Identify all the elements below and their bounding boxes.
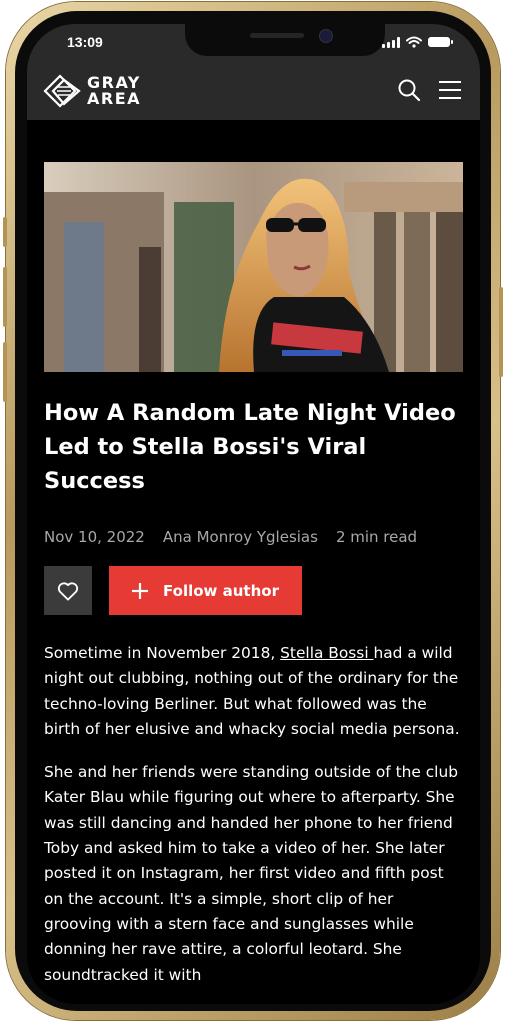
status-time: 13:09 [67, 34, 103, 50]
article-date: Nov 10, 2022 [44, 528, 145, 546]
battery-icon [428, 37, 453, 47]
paragraph-text: Sometime in November 2018, [44, 644, 281, 662]
status-icons [382, 36, 453, 48]
article-read-time: 2 min read [335, 528, 418, 546]
hero-image [44, 162, 463, 372]
logo-line2: AREA [87, 89, 142, 108]
signal-icon [382, 36, 400, 48]
site-logo[interactable]: GRAY AREA [43, 74, 159, 108]
article-meta: Nov 10, 2022 Ana Monroy Yglesias 2 min r… [44, 528, 463, 546]
article: How A Random Late Night Video Led to Ste… [44, 162, 463, 988]
front-camera [319, 29, 333, 43]
stella-bossi-link[interactable]: Stella Bossi [280, 644, 373, 662]
like-button[interactable] [44, 566, 92, 615]
article-paragraph: She and her friends were standing outsid… [44, 763, 458, 984]
volume-down-button [3, 342, 7, 402]
plus-icon [132, 582, 148, 599]
logo-diamond-icon [43, 74, 81, 108]
menu-icon[interactable] [438, 80, 462, 100]
status-bar: 13:09 [27, 24, 480, 60]
heart-icon [57, 581, 79, 601]
article-actions: Follow author [44, 566, 463, 615]
screen: 13:09 GRAY AREA How A Random Late Night … [27, 24, 480, 1004]
mute-switch [3, 217, 7, 247]
article-title: How A Random Late Night Video Led to Ste… [44, 400, 456, 494]
power-button [499, 287, 503, 377]
notch [185, 24, 385, 56]
article-paragraph: Sometime in November 2018, Stella Bossi … [44, 641, 463, 742]
search-icon[interactable] [397, 78, 421, 102]
site-header: GRAY AREA [27, 60, 480, 120]
volume-up-button [3, 267, 7, 327]
speaker [250, 33, 304, 38]
follow-author-button[interactable]: Follow author [109, 566, 302, 615]
logo-text: GRAY AREA [87, 75, 159, 107]
article-author[interactable]: Ana Monroy Yglesias [163, 528, 318, 546]
follow-author-label: Follow author [163, 581, 279, 600]
wifi-icon [406, 36, 422, 48]
